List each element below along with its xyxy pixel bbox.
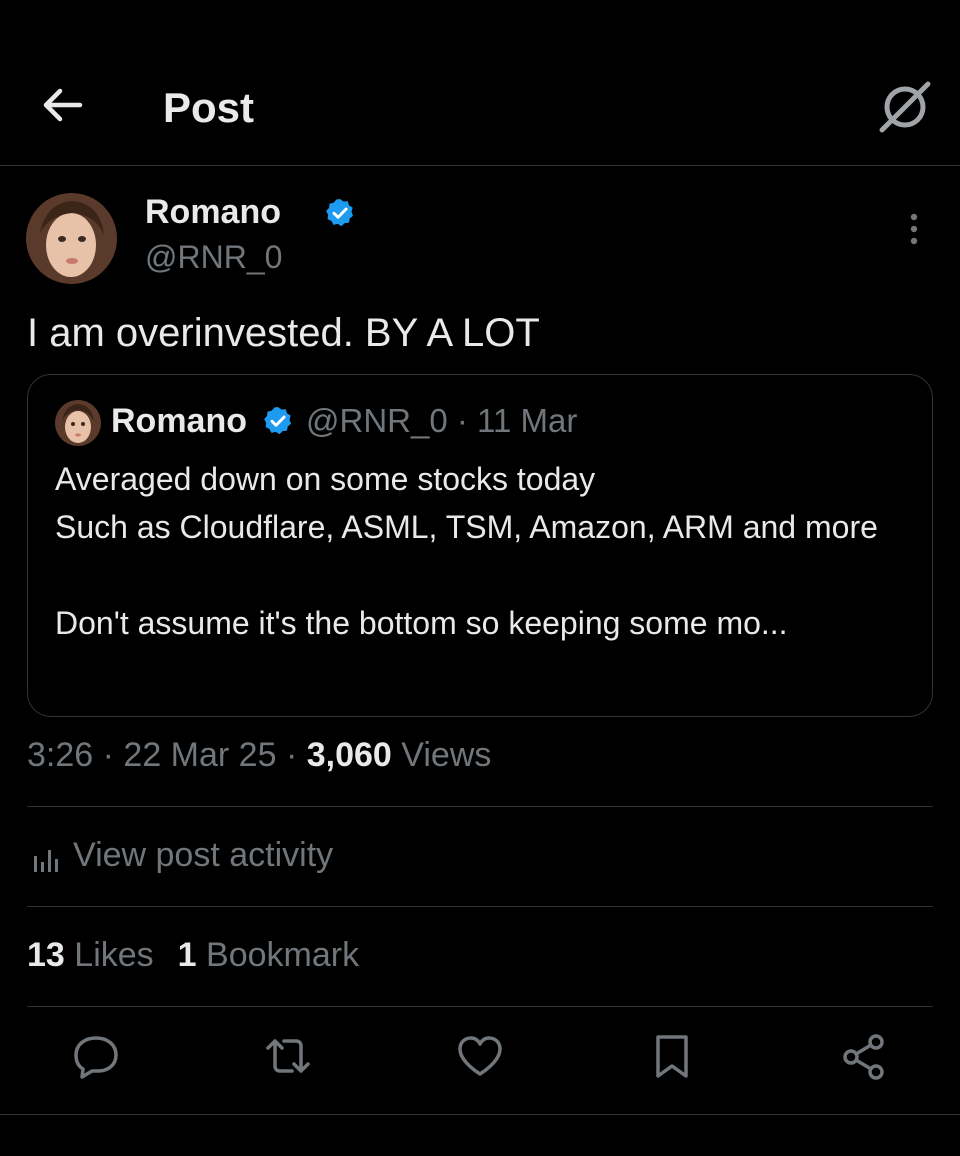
quote-body: Averaged down on some stocks today Such … xyxy=(55,455,915,647)
bookmarks-count: 1 xyxy=(177,936,197,974)
divider xyxy=(27,906,933,907)
quote-line: Averaged down on some stocks today xyxy=(55,461,596,497)
author-name[interactable]: Romano xyxy=(145,193,281,232)
reply-icon xyxy=(74,1036,118,1079)
post-date[interactable]: 22 Mar 25 xyxy=(123,736,276,774)
divider xyxy=(27,806,933,807)
bookmark-icon xyxy=(656,1035,688,1078)
quote-separator: · xyxy=(456,402,478,439)
quote-avatar xyxy=(55,400,101,446)
reply-button[interactable] xyxy=(70,1030,122,1082)
more-options-button[interactable] xyxy=(902,211,926,247)
heart-icon xyxy=(458,1036,502,1076)
bookmarks-label: Bookmark xyxy=(206,936,360,974)
likes-stat[interactable]: 13 Likes xyxy=(27,936,154,974)
verified-badge-icon xyxy=(324,197,356,229)
bookmark-button[interactable] xyxy=(646,1030,698,1082)
repost-icon xyxy=(266,1039,310,1073)
avatar-image xyxy=(26,193,117,284)
author-handle[interactable]: @RNR_0 xyxy=(145,239,282,276)
post-stats: 13 Likes 1 Bookmark xyxy=(27,936,359,975)
post-timestamp: 3:26 · 22 Mar 25 · 3,060 Views xyxy=(27,736,491,775)
quote-author-handle: @RNR_0 xyxy=(306,402,448,439)
quote-line: Don't assume it's the bottom so keeping … xyxy=(55,605,788,641)
grok-icon xyxy=(879,81,931,133)
quote-blank-line xyxy=(55,551,915,599)
separator: · xyxy=(102,736,124,774)
share-button[interactable] xyxy=(838,1030,890,1082)
verified-badge-icon xyxy=(262,405,294,437)
views-count: 3,060 xyxy=(306,736,392,774)
likes-count: 13 xyxy=(27,936,65,974)
back-button[interactable] xyxy=(38,80,88,130)
bookmarks-stat[interactable]: 1 Bookmark xyxy=(178,936,359,974)
grok-button[interactable] xyxy=(876,78,934,136)
page-title: Post xyxy=(163,84,255,131)
repost-button[interactable] xyxy=(262,1030,314,1082)
top-bar: Post xyxy=(0,0,960,166)
action-bar xyxy=(0,1030,960,1090)
more-vertical-icon xyxy=(910,213,918,245)
divider xyxy=(0,1114,960,1115)
quote-meta: @RNR_0 · 11 Mar xyxy=(306,402,577,440)
bar-chart-icon xyxy=(34,850,58,872)
divider xyxy=(27,1006,933,1007)
views-label: Views xyxy=(401,736,492,774)
quoted-post[interactable]: Romano @RNR_0 · 11 Mar Averaged down on … xyxy=(27,374,933,717)
back-arrow-icon xyxy=(43,88,83,122)
like-button[interactable] xyxy=(454,1030,506,1082)
quote-date: 11 Mar xyxy=(477,402,578,439)
quote-line: Such as Cloudflare, ASML, TSM, Amazon, A… xyxy=(55,509,878,545)
post-text: I am overinvested. BY A LOT xyxy=(27,311,540,355)
separator: · xyxy=(285,736,307,774)
share-icon xyxy=(843,1034,884,1080)
post-time[interactable]: 3:26 xyxy=(27,736,93,774)
view-post-activity-label: View post activity xyxy=(73,836,334,874)
likes-label: Likes xyxy=(74,936,154,974)
quote-author-name: Romano xyxy=(111,402,247,440)
avatar[interactable] xyxy=(26,193,117,284)
post-author: Romano @RNR_0 xyxy=(26,193,934,288)
